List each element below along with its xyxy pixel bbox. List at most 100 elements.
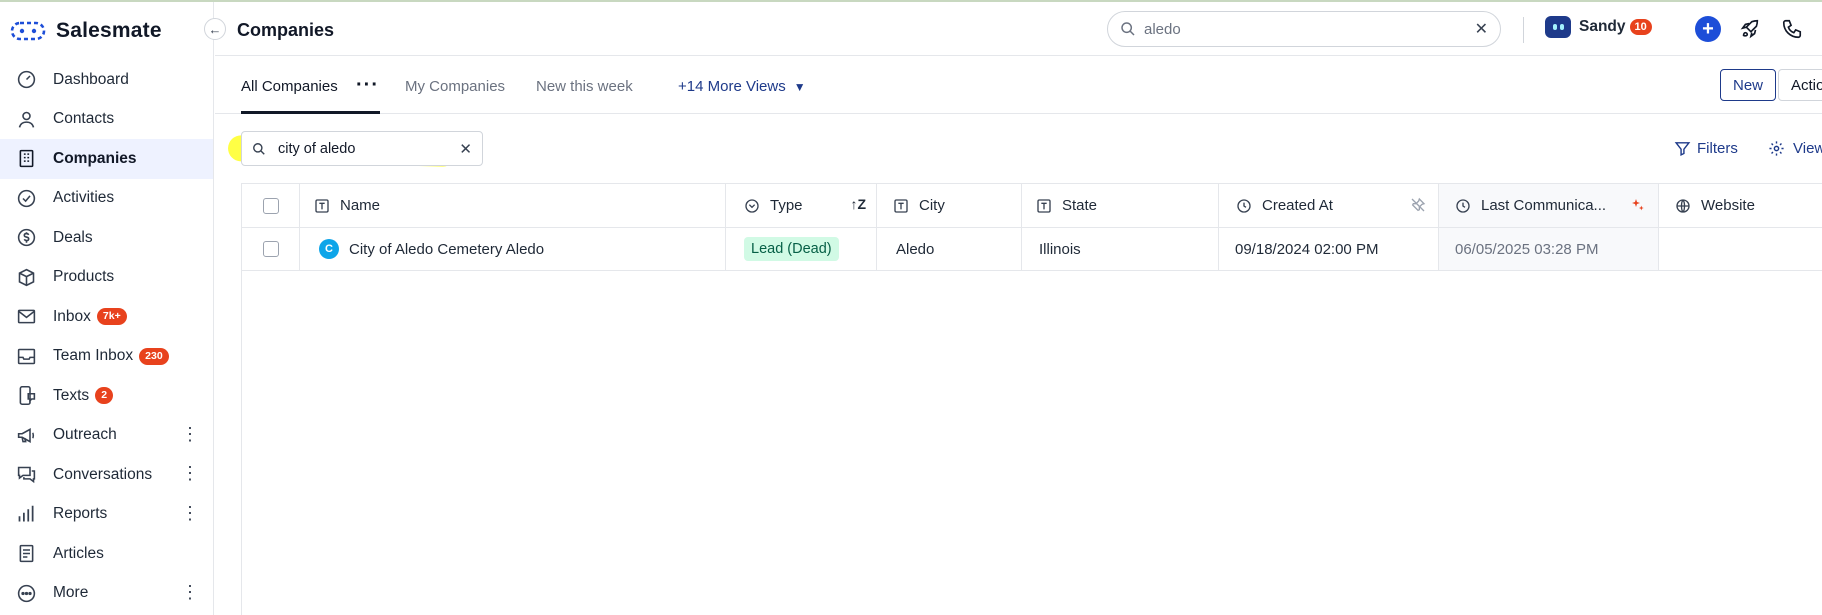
- sidebar-item-label: Companies: [53, 149, 137, 167]
- user-menu[interactable]: Sandy 10: [1545, 16, 1652, 38]
- row-checkbox[interactable]: [263, 241, 279, 257]
- column-label: Last Communica...: [1481, 197, 1607, 214]
- column-header-created-at[interactable]: Created At: [1219, 184, 1439, 227]
- column-header-city[interactable]: City: [877, 184, 1022, 227]
- tab-all-companies[interactable]: All Companies: [241, 78, 338, 95]
- actions-button[interactable]: Actions: [1778, 69, 1822, 101]
- sidebar-item-label: Team Inbox: [53, 347, 134, 365]
- view-options-icon[interactable]: ···: [356, 74, 379, 97]
- sidebar-item-texts[interactable]: Texts 2: [0, 376, 213, 416]
- table-header-row: Name Type ↑Z City State Created At Last …: [242, 183, 1822, 228]
- arrow-left-icon: ←: [208, 21, 222, 37]
- sidebar-item-label: Deals: [53, 228, 93, 246]
- column-header-name[interactable]: Name: [300, 184, 726, 227]
- more-options-icon[interactable]: ⋮: [181, 583, 199, 601]
- cell-type[interactable]: Lead (Dead): [726, 228, 877, 270]
- column-label: State: [1062, 197, 1098, 214]
- sidebar-item-conversations[interactable]: Conversations ⋮: [0, 455, 213, 495]
- sidebar-item-companies[interactable]: Companies: [0, 139, 213, 179]
- brand-name: Salesmate: [56, 19, 162, 42]
- cell-created-at[interactable]: 09/18/2024 02:00 PM: [1219, 228, 1439, 270]
- more-options-icon[interactable]: ⋮: [181, 464, 199, 482]
- list-search-input[interactable]: city of aledo: [278, 141, 459, 157]
- filters-button[interactable]: Filters: [1674, 140, 1738, 157]
- salesmate-logo-icon: [10, 21, 46, 41]
- cell-state[interactable]: Illinois: [1022, 228, 1219, 270]
- column-label: Created At: [1262, 197, 1333, 214]
- notification-count-badge: 10: [1629, 19, 1652, 35]
- clear-list-search-icon[interactable]: ✕: [459, 140, 472, 158]
- tab-new-this-week[interactable]: New this week: [536, 78, 633, 95]
- column-label: City: [919, 197, 945, 214]
- collapse-sidebar-button[interactable]: ←: [204, 18, 226, 40]
- sidebar-item-outreach[interactable]: Outreach ⋮: [0, 416, 213, 456]
- company-name-link[interactable]: City of Aledo Cemetery Aledo: [349, 241, 544, 258]
- tab-my-companies[interactable]: My Companies: [405, 78, 505, 95]
- cell-website[interactable]: [1659, 228, 1822, 270]
- sidebar-item-reports[interactable]: Reports ⋮: [0, 495, 213, 535]
- team-inbox-count-badge: 230: [139, 347, 169, 365]
- bar-chart-icon: [18, 505, 34, 522]
- sidebar-item-label: More: [53, 584, 89, 602]
- quick-add-button[interactable]: +: [1695, 16, 1721, 42]
- sidebar-item-label: Contacts: [53, 110, 115, 128]
- cell-city[interactable]: Aledo: [877, 228, 1022, 270]
- sidebar-item-label: Products: [53, 268, 115, 286]
- global-search-input[interactable]: [1144, 20, 1475, 38]
- sidebar-item-dashboard[interactable]: Dashboard: [0, 60, 213, 100]
- unpin-icon[interactable]: [1410, 197, 1426, 213]
- sidebar-item-label: Conversations: [53, 465, 153, 483]
- sidebar-item-label: Inbox: [53, 307, 91, 325]
- sidebar-item-activities[interactable]: Activities: [0, 179, 213, 219]
- more-views-dropdown[interactable]: +14 More Views ▼: [678, 78, 806, 95]
- sidebar-item-products[interactable]: Products: [0, 258, 213, 298]
- check-circle-icon: [17, 189, 36, 207]
- top-header: Companies ✕ Sandy 10 +: [215, 2, 1822, 56]
- phone-icon[interactable]: [1781, 18, 1803, 40]
- sidebar-item-team-inbox[interactable]: Team Inbox 230: [0, 337, 213, 377]
- sidebar-item-label: Activities: [53, 189, 115, 207]
- view-settings-button[interactable]: View: [1768, 140, 1822, 157]
- company-avatar: C: [319, 239, 339, 259]
- dashboard-icon: [17, 71, 36, 89]
- new-company-button[interactable]: New: [1720, 69, 1777, 101]
- cell-last-communication[interactable]: 06/05/2025 03:28 PM: [1439, 228, 1659, 270]
- filter-icon: [1674, 142, 1691, 157]
- column-header-type[interactable]: Type ↑Z: [726, 184, 877, 227]
- sidebar-item-contacts[interactable]: Contacts: [0, 100, 213, 140]
- rocket-icon[interactable]: [1739, 18, 1761, 40]
- column-header-state[interactable]: State: [1022, 184, 1219, 227]
- globe-icon: [1676, 198, 1690, 213]
- chat-icon: [17, 466, 36, 484]
- sidebar-item-more[interactable]: More ⋮: [0, 574, 213, 614]
- select-all-checkbox[interactable]: [263, 197, 279, 214]
- cell-name[interactable]: C City of Aledo Cemetery Aledo: [300, 228, 726, 270]
- search-icon: [1121, 22, 1135, 36]
- user-icon: [18, 111, 35, 128]
- brand[interactable]: Salesmate: [10, 16, 162, 46]
- more-options-icon[interactable]: ⋮: [181, 425, 199, 443]
- sidebar-item-inbox[interactable]: Inbox 7k+: [0, 297, 213, 337]
- table-row[interactable]: C City of Aledo Cemetery Aledo Lead (Dea…: [242, 227, 1822, 271]
- clear-search-icon[interactable]: ✕: [1475, 19, 1488, 39]
- box-icon: [18, 268, 35, 287]
- filters-label: Filters: [1697, 140, 1738, 157]
- sidebar-item-articles[interactable]: Articles: [0, 534, 213, 574]
- sidebar-item-deals[interactable]: Deals: [0, 218, 213, 258]
- view-label: View: [1793, 140, 1822, 157]
- list-search-box[interactable]: city of aledo ✕: [241, 131, 483, 166]
- column-header-last-communication[interactable]: Last Communica...: [1439, 184, 1659, 227]
- column-header-website[interactable]: Website: [1659, 184, 1822, 227]
- header-divider: [1523, 17, 1524, 43]
- sidebar-nav: Dashboard Contacts Companies Activities …: [0, 60, 213, 613]
- clock-icon: [1456, 198, 1470, 213]
- ai-sparkle-icon[interactable]: [1630, 197, 1646, 213]
- sort-ascending-icon[interactable]: ↑Z: [850, 196, 866, 212]
- text-field-icon: [894, 198, 908, 213]
- dropdown-field-icon: [745, 198, 759, 213]
- column-label: Name: [340, 197, 381, 214]
- more-options-icon[interactable]: ⋮: [181, 504, 199, 522]
- inbox-count-badge: 7k+: [96, 308, 127, 326]
- sidebar-item-label: Outreach: [53, 426, 117, 444]
- global-search-box[interactable]: ✕: [1107, 11, 1501, 47]
